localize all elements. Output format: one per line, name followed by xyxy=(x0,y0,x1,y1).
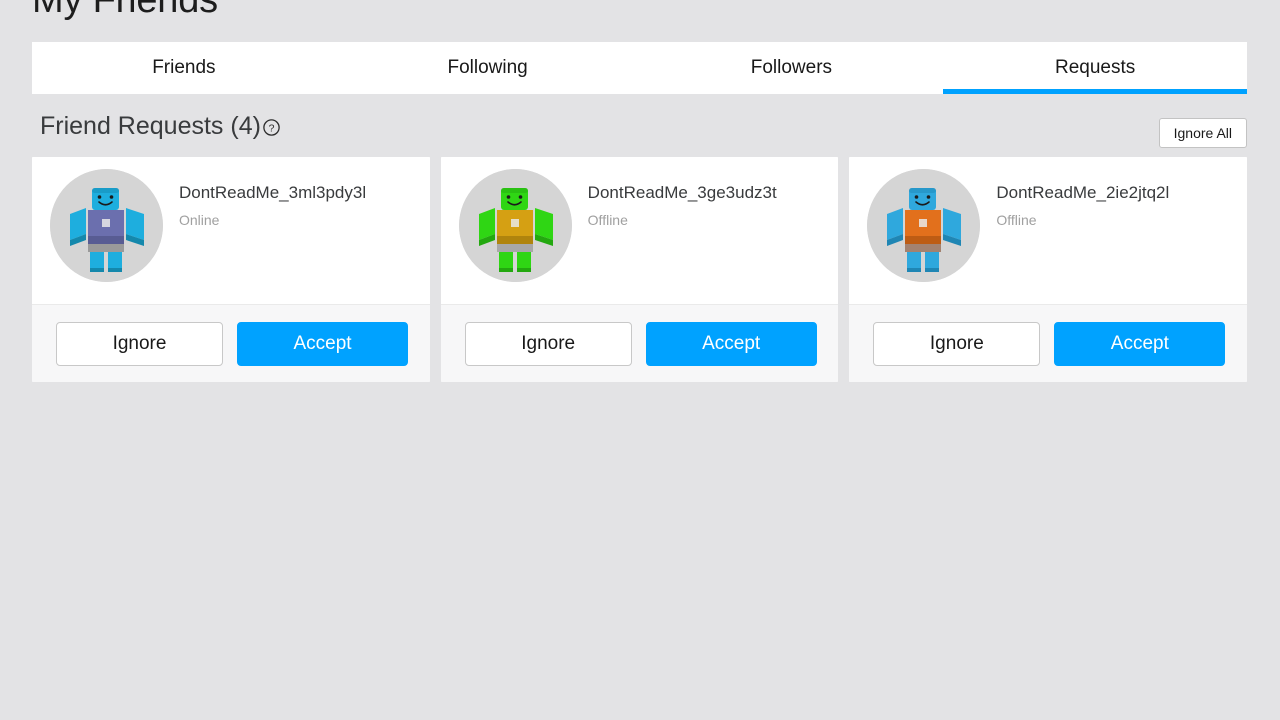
friend-requests-heading: Friend Requests (4) ? xyxy=(40,108,280,144)
friend-request-card: DontReadMe_3ml3pdy3l Online Ignore Accep… xyxy=(32,157,430,382)
tab-label: Following xyxy=(447,57,528,78)
friend-request-card-body: DontReadMe_3ge3udz3t Offline xyxy=(440,157,839,304)
tab-friends[interactable]: Friends xyxy=(32,42,336,94)
svg-text:?: ? xyxy=(269,122,275,134)
ignore-all-button[interactable]: Ignore All xyxy=(1158,118,1247,148)
avatar[interactable] xyxy=(50,169,163,282)
user-status: Offline xyxy=(587,212,628,228)
section-header: Friend Requests (4) ? Ignore All xyxy=(32,108,1247,152)
roblox-avatar-icon xyxy=(458,169,572,282)
user-name[interactable]: DontReadMe_2ie2jtq2l xyxy=(996,182,1169,204)
friend-request-card-body: DontReadMe_3ml3pdy3l Online xyxy=(32,157,430,304)
question-mark-circle-icon[interactable]: ? xyxy=(263,119,280,136)
friend-requests-heading-label: Friend Requests (4) xyxy=(40,112,261,140)
friend-request-card-actions: Ignore Accept xyxy=(849,304,1248,382)
friend-request-card: DontReadMe_3ge3udz3t Offline Ignore Acce… xyxy=(440,157,839,382)
ignore-button[interactable]: Ignore xyxy=(464,321,632,366)
tab-label: Friends xyxy=(152,57,216,78)
friend-request-card-grid: DontReadMe_3ml3pdy3l Online Ignore Accep… xyxy=(32,157,1248,382)
friend-request-card-actions: Ignore Accept xyxy=(32,304,430,382)
roblox-avatar-icon xyxy=(50,169,163,282)
friend-request-card: DontReadMe_2ie2jtq2l Offline Ignore Acce… xyxy=(849,157,1248,382)
accept-button[interactable]: Accept xyxy=(645,321,817,366)
accept-button[interactable]: Accept xyxy=(237,321,408,366)
user-meta: DontReadMe_2ie2jtq2l Offline xyxy=(980,167,1169,230)
user-name[interactable]: DontReadMe_3ge3udz3t xyxy=(588,182,777,204)
tab-following[interactable]: Following xyxy=(336,42,640,94)
user-name[interactable]: DontReadMe_3ml3pdy3l xyxy=(179,182,366,204)
friend-request-card-actions: Ignore Accept xyxy=(440,304,839,382)
friend-request-card-body: DontReadMe_2ie2jtq2l Offline xyxy=(849,157,1248,304)
avatar[interactable] xyxy=(458,169,572,282)
friends-page: My Friends Friends Following Followers Requ… xyxy=(0,0,1280,720)
user-meta: DontReadMe_3ge3udz3t Offline xyxy=(572,167,777,230)
tab-label: Followers xyxy=(750,57,833,78)
user-status: Online xyxy=(179,212,220,228)
tab-followers[interactable]: Followers xyxy=(640,42,944,94)
ignore-button[interactable]: Ignore xyxy=(56,321,223,366)
friends-tabbar: Friends Following Followers Requests xyxy=(32,42,1247,94)
accept-button[interactable]: Accept xyxy=(1054,321,1226,366)
avatar[interactable] xyxy=(867,169,981,282)
page-title: My Friends xyxy=(32,0,218,21)
roblox-avatar-icon xyxy=(867,169,981,282)
tab-label: Requests xyxy=(1054,57,1136,78)
ignore-button[interactable]: Ignore xyxy=(873,321,1041,366)
tab-requests[interactable]: Requests xyxy=(943,42,1247,94)
user-status: Offline xyxy=(996,212,1037,228)
user-meta: DontReadMe_3ml3pdy3l Online xyxy=(163,167,366,230)
